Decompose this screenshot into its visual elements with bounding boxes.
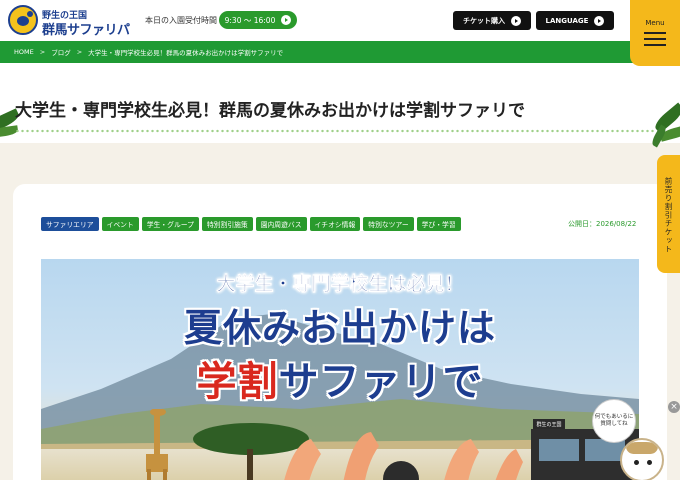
hero-headline-red: 学割 [196,359,279,405]
tag-special-tour[interactable]: 特別なツアー [363,217,414,231]
bus-sign: 群生の王国 [533,419,565,429]
speech-bubble: 何でもあいるに質問してね [592,399,636,443]
mascot-icon[interactable] [620,438,664,480]
breadcrumb-home[interactable]: HOME [14,48,34,56]
tag-event[interactable]: イベント [101,217,139,231]
breadcrumb-current: 大学生・専門学校生必見！群馬の夏休みお出かけは学割サファリで [88,49,284,57]
tag-learning[interactable]: 学び・学習 [416,217,461,231]
publish-date: 公開日：2026/08/22 [568,220,637,228]
hero-image: 大学生・専門学校生は必見！ 夏休みお出かけは 学割サファリで 群生の王国 何でも… [41,259,639,480]
tag-safari-area[interactable]: サファリエリア [41,217,99,231]
tag-recommended[interactable]: イチオシ情報 [309,217,361,231]
logo-icon [8,5,38,35]
mascot-eye [647,460,652,465]
tag-list: サファリエリア イベント 学生・グループ 特別割引施策 園内周遊バス イチオシ情… [41,217,461,231]
ticket-purchase-label: チケット購入 [463,16,505,25]
hours-button[interactable]: 9:30 〜 16:00 [219,11,297,29]
breadcrumb: HOME > ブログ > 大学生・専門学校生必見！群馬の夏休みお出かけは学割サフ… [0,41,680,63]
page-title: 大学生・専門学校生必見！群馬の夏休みお出かけは学割サファリで [15,101,525,121]
site-header: 野生の王国 群馬サファリパーク 本日の入園受付時間 9:30 〜 16:00 チ… [0,0,680,57]
site-logo[interactable]: 野生の王国 群馬サファリパーク [8,5,136,57]
tag-special-discount[interactable]: 特別割引施策 [201,217,253,231]
article-card: サファリエリア イベント 学生・グループ 特別割引施策 園内周遊バス イチオシ情… [13,184,667,480]
dotted-divider [15,129,655,133]
breadcrumb-separator: > [39,48,46,56]
hamburger-icon [644,38,666,40]
menu-label: Menu [645,19,665,27]
breadcrumb-blog[interactable]: ブログ [51,47,71,57]
advance-ticket-tab[interactable]: 前売り割引チケット [657,155,680,273]
giraffe-illustration [146,409,168,480]
tag-students-groups[interactable]: 学生・グループ [141,217,199,231]
title-area: 大学生・専門学校生必見！群馬の夏休みお出かけは学割サファリで [0,63,680,143]
arrow-circle-icon [281,15,292,25]
menu-button[interactable]: Menu [630,0,680,66]
breadcrumb-separator: > [76,48,83,56]
people-waving-illustration [284,432,523,480]
advance-ticket-label: 前売り割引チケット [664,177,673,254]
language-button[interactable]: LANGUAGE [536,11,614,30]
language-label: LANGUAGE [545,16,589,25]
hero-headline-line1: 夏休みお出かけは [183,306,496,350]
close-icon[interactable]: × [668,401,680,413]
tag-park-bus[interactable]: 園内周遊バス [255,217,307,231]
arrow-circle-icon [511,15,521,26]
hours-value: 9:30 〜 16:00 [224,15,276,25]
mascot-hat [626,442,658,454]
hero-headline-blue: サファリで [278,359,484,405]
hamburger-icon [644,32,666,34]
arrow-circle-icon [594,15,605,26]
mascot-eye [634,460,639,465]
hamburger-icon [644,44,666,46]
hero-headline-line2: 学割サファリで [41,349,639,407]
hero-subtitle: 大学生・専門学校生は必見！ [216,273,464,296]
ticket-purchase-button[interactable]: チケット購入 [453,11,531,30]
hours-label: 本日の入園受付時間 [145,16,217,25]
